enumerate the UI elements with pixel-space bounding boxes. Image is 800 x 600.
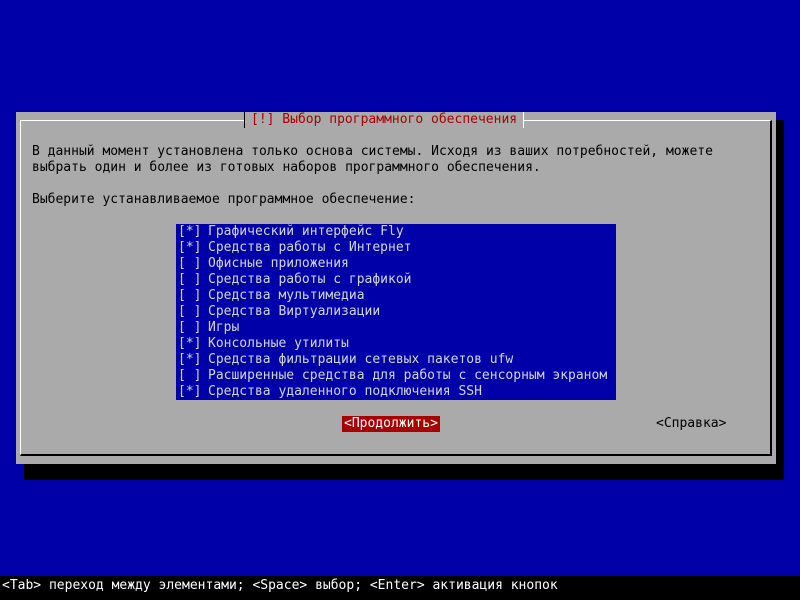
- checklist-item[interactable]: [ ] Средства мультимедиа: [176, 288, 616, 304]
- installer-screen: { "dialog": { "title": "[!] Выбор програ…: [0, 0, 800, 600]
- checklist-item-label: Средства работы с графикой: [208, 272, 412, 287]
- description-line-1: В данный момент установлена только основ…: [32, 144, 713, 159]
- checklist-item[interactable]: [ ] Расширенные средства для работы с сен…: [176, 368, 616, 384]
- software-checklist[interactable]: [*] Графический интерфейс Fly [*] Средства…: [176, 224, 616, 400]
- checklist-item-label: Средства фильтрации сетевых пакетов ufw: [208, 352, 514, 367]
- checkbox[interactable]: [*]: [178, 336, 208, 352]
- checklist-item[interactable]: [*] Графический интерфейс Fly: [176, 224, 616, 240]
- checklist-item-label: Средства работы с Интернет: [208, 240, 412, 255]
- checklist-item[interactable]: [ ] Офисные приложения: [176, 256, 616, 272]
- checkbox[interactable]: [ ]: [178, 256, 208, 272]
- checklist-item-label: Средства удаленного подключения SSH: [208, 384, 482, 399]
- checkbox[interactable]: [ ]: [178, 272, 208, 288]
- checklist-item-label: Графический интерфейс Fly: [208, 224, 404, 239]
- checklist-item-label: Средства мультимедиа: [208, 288, 365, 303]
- checklist-item[interactable]: [ ] Средства работы с графикой: [176, 272, 616, 288]
- checklist-item-label: Офисные приложения: [208, 256, 349, 271]
- keyboard-hint-bar: <Tab> переход между элементами; <Space> …: [0, 576, 800, 600]
- checklist-item[interactable]: [*] Консольные утилиты: [176, 336, 616, 352]
- checklist-item[interactable]: [ ] Игры: [176, 320, 616, 336]
- description-line-2: выбрать один и более из готовых наборов …: [32, 160, 541, 175]
- checkbox[interactable]: [*]: [178, 352, 208, 368]
- selection-prompt: Выберите устанавливаемое программное обе…: [32, 192, 416, 207]
- software-selection-dialog: [!] Выбор программного обеспечения В дан…: [16, 112, 776, 464]
- checkbox[interactable]: [ ]: [178, 288, 208, 304]
- checkbox[interactable]: [*]: [178, 384, 208, 400]
- checkbox[interactable]: [ ]: [178, 368, 208, 384]
- checklist-item[interactable]: [*] Средства фильтрации сетевых пакетов u…: [176, 352, 616, 368]
- checklist-item[interactable]: [*] Средства работы с Интернет: [176, 240, 616, 256]
- checklist-item-label: Консольные утилиты: [208, 336, 349, 351]
- checklist-item-label: Средства Виртуализации: [208, 304, 381, 319]
- checklist-item-label: Расширенные средства для работы с сенсор…: [208, 368, 608, 383]
- checklist-item[interactable]: [ ] Средства Виртуализации: [176, 304, 616, 320]
- checkbox[interactable]: [ ]: [178, 304, 208, 320]
- checkbox[interactable]: [*]: [178, 224, 208, 240]
- help-button[interactable]: <Справка>: [654, 416, 728, 432]
- checklist-item[interactable]: [*] Средства удаленного подключения SSH: [176, 384, 616, 400]
- checklist-item-label: Игры: [208, 320, 240, 335]
- checkbox[interactable]: [*]: [178, 240, 208, 256]
- checkbox[interactable]: [ ]: [178, 320, 208, 336]
- continue-button[interactable]: <Продолжить>: [342, 416, 440, 432]
- dialog-title: [!] Выбор программного обеспечения: [244, 112, 525, 128]
